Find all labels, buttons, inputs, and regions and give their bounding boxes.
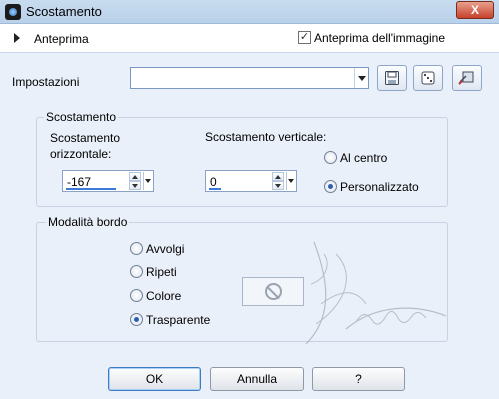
save-preset-button[interactable]: [377, 65, 407, 91]
ok-button[interactable]: OK: [108, 367, 201, 391]
vertical-offset-label: Scostamento verticale:: [205, 130, 327, 144]
image-preview-label[interactable]: Anteprima dell'immagine: [314, 31, 445, 45]
value-slider-indicator[interactable]: [209, 188, 221, 190]
horizontal-offset-input[interactable]: -167: [62, 170, 154, 192]
chevron-down-icon[interactable]: [143, 172, 152, 190]
title-bar: Scostamento X: [0, 0, 499, 24]
horizontal-offset-label: Scostamento orizzontale:: [50, 130, 120, 162]
preview-toggle-label[interactable]: Anteprima: [34, 32, 89, 46]
save-icon: [385, 71, 399, 85]
horizontal-offset-stepper[interactable]: [129, 172, 141, 190]
wrap-radio[interactable]: [130, 242, 143, 255]
settings-label: Impostazioni: [12, 75, 80, 89]
stepper-up-icon[interactable]: [272, 172, 284, 181]
cancel-button[interactable]: Annulla: [210, 367, 304, 391]
help-button[interactable]: ?: [312, 367, 405, 391]
watermark-logo: [305, 241, 447, 345]
app-icon: [5, 4, 21, 20]
transparent-radio-label[interactable]: Trasparente: [146, 313, 210, 327]
randomize-button[interactable]: [413, 65, 443, 91]
stepper-down-icon[interactable]: [272, 181, 284, 190]
reset-icon: [458, 71, 474, 85]
transparent-radio[interactable]: [130, 313, 143, 326]
randomize-dice-icon: [421, 71, 435, 85]
color-radio[interactable]: [130, 289, 143, 302]
offset-group-title: Scostamento: [44, 110, 119, 124]
presets-dropdown[interactable]: [130, 67, 369, 89]
custom-radio-label[interactable]: Personalizzato: [340, 180, 419, 194]
vertical-offset-value[interactable]: 0: [210, 175, 217, 189]
chevron-down-icon[interactable]: [286, 172, 295, 190]
vertical-offset-input[interactable]: 0: [205, 170, 297, 192]
stepper-down-icon[interactable]: [129, 181, 141, 190]
close-button[interactable]: X: [456, 1, 494, 19]
edge-mode-group-title: Modalità bordo: [46, 215, 130, 229]
expand-arrow-icon[interactable]: [14, 33, 20, 43]
repeat-radio-label[interactable]: Ripeti: [146, 265, 177, 279]
vertical-offset-stepper[interactable]: [272, 172, 284, 190]
chevron-down-icon[interactable]: [354, 68, 368, 88]
horizontal-offset-label-line2: orizzontale:: [50, 147, 112, 161]
wrap-radio-label[interactable]: Avvolgi: [146, 242, 184, 256]
center-radio[interactable]: [324, 151, 337, 164]
color-radio-label[interactable]: Colore: [146, 289, 181, 303]
repeat-radio[interactable]: [130, 265, 143, 278]
custom-radio[interactable]: [324, 180, 337, 193]
stepper-up-icon[interactable]: [129, 172, 141, 181]
reset-button[interactable]: [452, 65, 482, 91]
color-swatch[interactable]: [242, 277, 304, 306]
horizontal-offset-label-line1: Scostamento: [50, 131, 121, 145]
image-preview-checkbox[interactable]: ✓: [298, 31, 311, 44]
horizontal-offset-value[interactable]: -167: [67, 175, 91, 189]
value-slider-indicator[interactable]: [66, 188, 116, 190]
center-radio-label[interactable]: Al centro: [340, 151, 387, 165]
disabled-icon: [264, 283, 282, 300]
window-title: Scostamento: [26, 4, 102, 19]
